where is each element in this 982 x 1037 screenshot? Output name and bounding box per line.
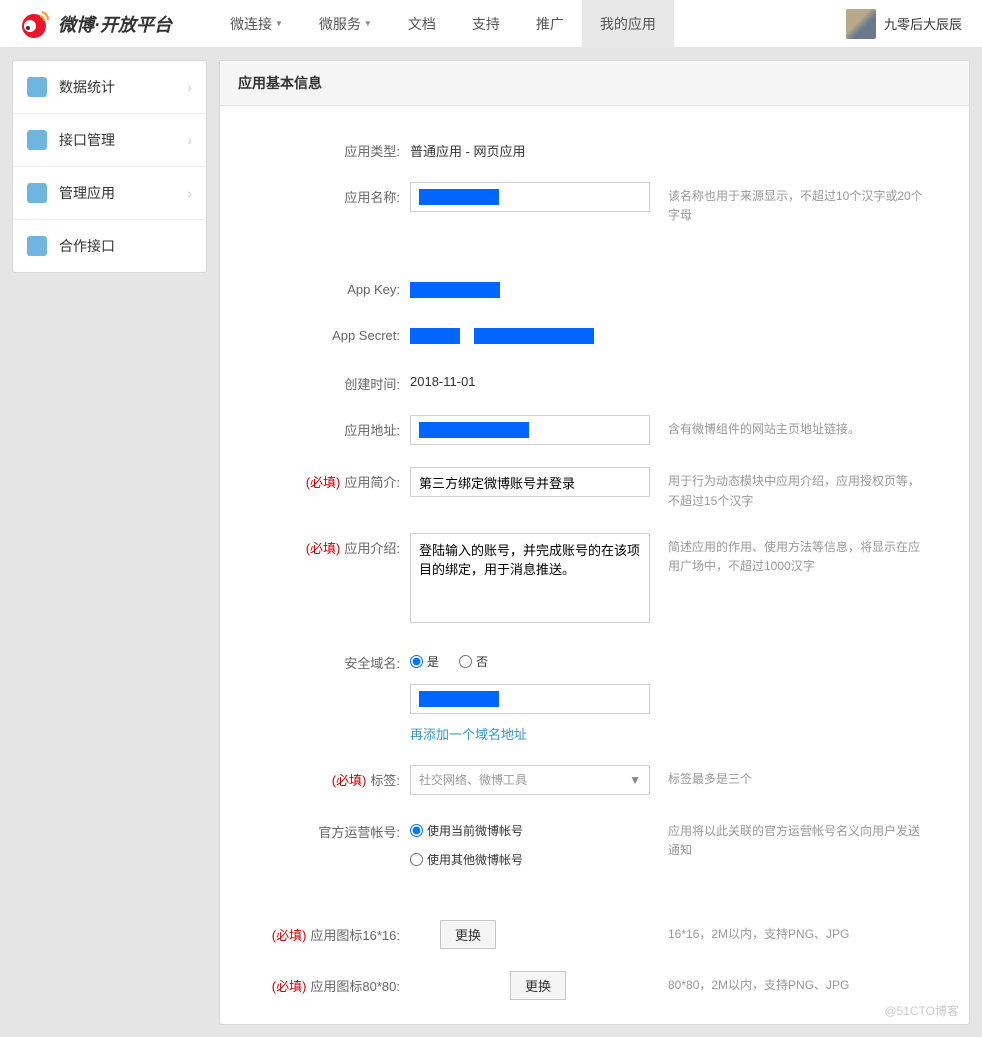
- stack-icon: [27, 183, 47, 203]
- nav-support[interactable]: 支持: [454, 0, 518, 48]
- caret-down-icon: ▼: [275, 19, 283, 28]
- sidebar: 数据统计 › 接口管理 › 管理应用 › 合作接口: [12, 60, 207, 273]
- user-area[interactable]: 九零后大辰辰: [846, 9, 962, 39]
- help-app-brief: 用于行为动态模块中应用介绍，应用授权页等，不超过15个汉字: [650, 467, 930, 510]
- label-safe-domain: 安全域名:: [240, 648, 410, 672]
- link-add-domain[interactable]: 再添加一个域名地址: [410, 724, 650, 743]
- btn-change-icon80[interactable]: 更换: [510, 971, 566, 1000]
- btn-change-icon16[interactable]: 更换: [440, 920, 496, 949]
- username: 九零后大辰辰: [884, 14, 962, 33]
- chart-icon: [27, 77, 47, 97]
- weibo-logo-icon: [20, 8, 52, 40]
- label-icon16: (必填)应用图标16*16:: [240, 920, 410, 944]
- nav-myapps[interactable]: 我的应用: [582, 0, 674, 48]
- select-tags[interactable]: 社交网络、微博工具 ▼: [410, 765, 650, 795]
- sidebar-item-label: 数据统计: [59, 77, 115, 97]
- logo-text: 微博·开放平台: [58, 11, 172, 37]
- sidebar-item-label: 合作接口: [59, 236, 115, 256]
- label-app-brief: (必填)应用简介:: [240, 467, 410, 491]
- radio-official-other[interactable]: 使用其他微博帐号: [410, 851, 650, 868]
- chevron-right-icon: ›: [187, 79, 192, 95]
- help-app-url: 含有微博组件的网站主页地址链接。: [650, 415, 930, 439]
- nav-promote[interactable]: 推广: [518, 0, 582, 48]
- value-create-time: 2018-11-01: [410, 369, 476, 389]
- help-app-name: 该名称也用于来源显示，不超过10个汉字或20个字母: [650, 182, 930, 225]
- logo[interactable]: 微博·开放平台: [20, 8, 172, 40]
- chevron-right-icon: ›: [187, 185, 192, 201]
- label-create-time: 创建时间:: [240, 369, 410, 393]
- help-official: 应用将以此关联的官方运营帐号名义向用户发送通知: [650, 817, 930, 860]
- label-app-desc: (必填)应用介绍:: [240, 533, 410, 557]
- watermark: @51CTO博客: [884, 1002, 959, 1019]
- label-app-type: 应用类型:: [240, 136, 410, 160]
- sidebar-item-api[interactable]: 接口管理 ›: [13, 114, 206, 167]
- label-tags: (必填)标签:: [240, 765, 410, 789]
- label-app-key: App Key:: [240, 277, 410, 297]
- input-safe-domain[interactable]: [410, 684, 650, 714]
- label-app-secret: App Secret:: [240, 323, 410, 343]
- plug-icon: [27, 130, 47, 150]
- sidebar-item-label: 管理应用: [59, 183, 115, 203]
- value-app-type: 普通应用 - 网页应用: [410, 136, 526, 160]
- nav-weilianjie[interactable]: 微连接▼: [212, 0, 301, 48]
- textarea-app-desc[interactable]: 登陆输入的账号，并完成账号的在该项目的绑定，用于消息推送。: [410, 533, 650, 623]
- input-app-url[interactable]: [410, 415, 650, 445]
- value-app-secret: [410, 323, 594, 347]
- chevron-right-icon: ›: [187, 132, 192, 148]
- nav-docs[interactable]: 文档: [390, 0, 454, 48]
- caret-down-icon: ▼: [629, 773, 641, 787]
- help-icon16: 16*16，2M以内，支持PNG、JPG: [650, 920, 930, 944]
- nav-weifuwu[interactable]: 微服务▼: [301, 0, 390, 48]
- help-app-desc: 简述应用的作用、使用方法等信息，将显示在应用广场中，不超过1000汉字: [650, 533, 930, 576]
- sliders-icon: [27, 236, 47, 256]
- input-app-name[interactable]: [410, 182, 650, 212]
- label-app-url: 应用地址:: [240, 415, 410, 439]
- value-app-key: [410, 277, 500, 301]
- help-icon80: 80*80，2M以内，支持PNG、JPG: [650, 971, 930, 995]
- header: 微博·开放平台 微连接▼ 微服务▼ 文档 支持 推广 我的应用 九零后大辰辰: [0, 0, 982, 48]
- label-app-name: 应用名称:: [240, 182, 410, 206]
- caret-down-icon: ▼: [364, 19, 372, 28]
- radio-official-current[interactable]: 使用当前微博帐号: [410, 822, 650, 839]
- sidebar-item-manage[interactable]: 管理应用 ›: [13, 167, 206, 220]
- label-icon80: (必填)应用图标80*80:: [240, 971, 410, 995]
- sidebar-item-label: 接口管理: [59, 130, 115, 150]
- radio-safe-yes[interactable]: 是: [410, 653, 439, 670]
- label-official: 官方运营帐号:: [240, 817, 410, 841]
- content-panel: 应用基本信息 应用类型: 普通应用 - 网页应用 应用名称: 该名称也用于来源显…: [219, 60, 970, 1025]
- help-tags: 标签最多是三个: [650, 765, 930, 789]
- sidebar-item-partner[interactable]: 合作接口: [13, 220, 206, 272]
- nav-bar: 微连接▼ 微服务▼ 文档 支持 推广 我的应用: [212, 0, 674, 48]
- input-app-brief[interactable]: [410, 467, 650, 497]
- panel-title: 应用基本信息: [220, 61, 969, 106]
- sidebar-item-stats[interactable]: 数据统计 ›: [13, 61, 206, 114]
- avatar: [846, 9, 876, 39]
- radio-safe-no[interactable]: 否: [459, 653, 488, 670]
